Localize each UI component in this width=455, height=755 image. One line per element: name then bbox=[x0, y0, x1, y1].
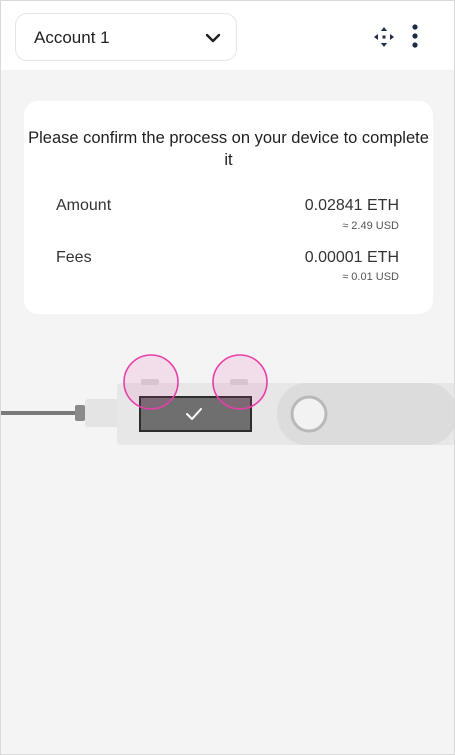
usb-plug bbox=[75, 405, 85, 421]
device-button-ring bbox=[290, 395, 328, 433]
fees-label: Fees bbox=[56, 249, 92, 266]
hardware-wallet-illustration bbox=[1, 354, 454, 445]
amount-value: 0.02841 ETH bbox=[304, 197, 399, 214]
confirm-message: Please confirm the process on your devic… bbox=[28, 129, 429, 169]
account-label: Account 1 bbox=[34, 28, 110, 47]
amount-label: Amount bbox=[56, 197, 112, 214]
wallet-popup: Account 1 Please confirm the process on … bbox=[0, 0, 455, 755]
amount-fiat: ≈ 2.49 USD bbox=[342, 220, 399, 232]
more-vertical-icon[interactable] bbox=[405, 23, 425, 49]
chevron-down-icon bbox=[205, 33, 221, 43]
usb-connector bbox=[85, 399, 119, 427]
fees-fiat: ≈ 0.01 USD bbox=[342, 271, 399, 283]
fees-value: 0.00001 ETH bbox=[304, 249, 399, 266]
usb-cable bbox=[1, 411, 79, 415]
right-button-highlight bbox=[212, 354, 268, 410]
left-button-highlight bbox=[123, 354, 179, 410]
expand-arrows-icon[interactable] bbox=[373, 26, 395, 48]
confirm-card: Please confirm the process on your devic… bbox=[24, 101, 433, 314]
top-bar: Account 1 bbox=[1, 1, 454, 70]
account-selector[interactable]: Account 1 bbox=[15, 13, 237, 61]
